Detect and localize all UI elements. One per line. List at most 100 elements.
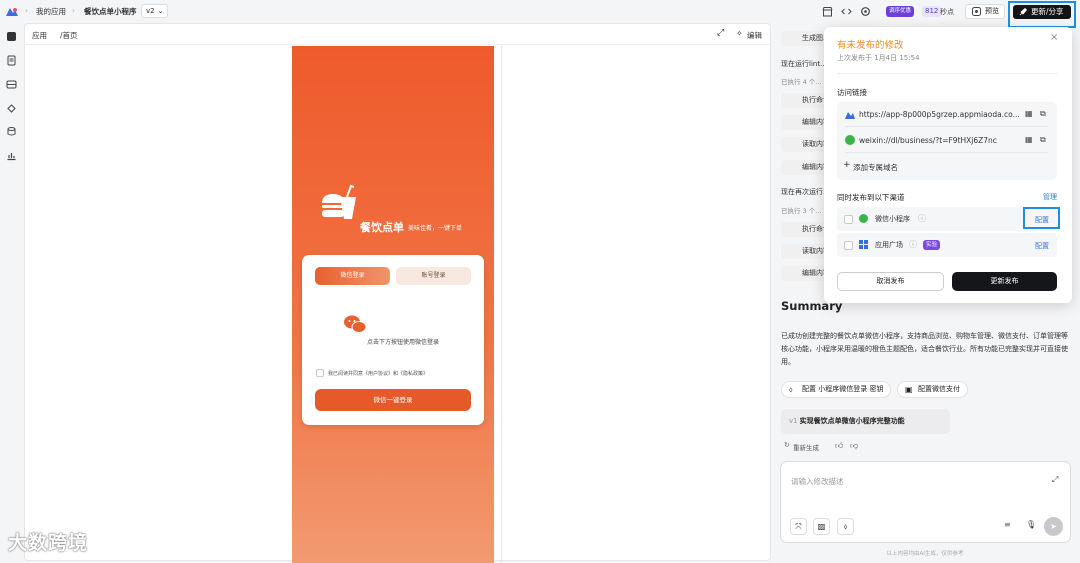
login-hint: 点击下方按钮使用微信登录: [367, 339, 440, 346]
ai-disclaimer: 以上内容均由AI生成，仅供参考: [886, 551, 964, 557]
qrcode-icon[interactable]: ▦: [1025, 109, 1033, 118]
summary-text: 已成功创建完整的餐饮点单微信小程序，支持商品浏览、购物车管理、微信支付、订单管理…: [781, 332, 1068, 366]
info-icon[interactable]: ⓘ: [918, 213, 926, 224]
rocket-icon: [1019, 8, 1027, 16]
running-label-1: 现在运行lint...: [781, 60, 827, 68]
qrcode-icon[interactable]: ▦: [1025, 135, 1033, 144]
config-wechat-pay-button[interactable]: ▣ 配置微信支付: [897, 381, 968, 398]
gear-icon[interactable]: [860, 6, 871, 17]
priority-badge: 调序优惠: [886, 6, 915, 17]
app-logo[interactable]: [6, 7, 18, 16]
puzzle-icon[interactable]: [6, 103, 17, 114]
expand-input-icon[interactable]: ⤢: [1052, 475, 1058, 485]
server-icon[interactable]: [6, 79, 17, 90]
tab-wechat-login[interactable]: 微信登录: [315, 267, 390, 285]
thumbs-down-icon[interactable]: 👎︎: [850, 441, 858, 451]
send-button[interactable]: ➤: [1044, 517, 1063, 536]
cancel-publish-button[interactable]: 取消发布: [837, 272, 944, 291]
chevron-right-icon: ›: [72, 6, 75, 15]
tool-button[interactable]: ⬨: [837, 518, 854, 535]
wechat-login-button[interactable]: 微信一键登录: [315, 389, 471, 411]
preview-label: 预览: [985, 7, 999, 15]
version-label: v2: [146, 7, 155, 15]
executed-label-1[interactable]: 已执行 4 个...: [781, 76, 821, 86]
plus-icon: +: [843, 160, 851, 170]
app-logo-icon: [845, 112, 855, 119]
food-logo-icon: [322, 184, 356, 219]
info-icon[interactable]: ⓘ: [909, 239, 917, 250]
version-tag: v1: [789, 417, 798, 425]
divider: [845, 152, 1048, 153]
configure-highlight-box: [1023, 207, 1060, 229]
points-value: 812: [922, 6, 942, 17]
tool-button[interactable]: ▨: [813, 518, 830, 535]
last-publish-time: 上次发布于 1月4日 15:54: [837, 54, 920, 62]
points-label: 秒点: [940, 8, 954, 16]
code-icon[interactable]: [841, 6, 852, 17]
microphone-icon[interactable]: 🎙︎: [1026, 520, 1036, 529]
wallet-icon: ▣: [905, 385, 913, 394]
tab-path[interactable]: /首页: [60, 30, 78, 41]
channel-checkbox[interactable]: [844, 215, 853, 224]
channel-label: 应用广场: [875, 241, 903, 249]
close-icon[interactable]: ×: [1050, 32, 1058, 43]
chevron-right-icon: ›: [25, 6, 28, 15]
tab-app[interactable]: 应用: [32, 30, 47, 41]
agree-text: 我已阅读并同意《用户协议》和《隐私政策》: [328, 371, 429, 377]
expand-icon[interactable]: ⤢: [717, 28, 724, 38]
edit-button[interactable]: 编辑: [747, 30, 762, 41]
pill-label: 配置微信支付: [918, 385, 960, 393]
tool-button[interactable]: ⤧: [790, 518, 807, 535]
running-label-2: 现在再次运行...: [781, 188, 830, 196]
version-select[interactable]: v2 ⌄: [141, 4, 169, 18]
config-login-key-button[interactable]: ⬨ 配置 小程序微信登录 密钥: [781, 381, 892, 398]
thumbs-up-icon[interactable]: 👍︎: [835, 441, 843, 451]
channel-row-app-square: [837, 233, 1057, 257]
copy-icon[interactable]: ⧉: [1040, 135, 1046, 145]
manage-link[interactable]: 管理: [1043, 192, 1057, 202]
copy-icon[interactable]: ⧉: [1040, 109, 1046, 119]
link-weixin[interactable]: weixin://dl/business/?t=F9tHXj6Z7nc: [859, 136, 997, 145]
wechat-icon: [344, 315, 367, 333]
format-icon[interactable]: ≡: [1004, 520, 1011, 529]
storage-icon[interactable]: [6, 126, 17, 137]
executed-label-2[interactable]: 已执行 3 个...: [781, 205, 821, 215]
breadcrumb-my-apps[interactable]: 我的应用: [36, 6, 66, 17]
sparkle-icon: ✧: [736, 29, 743, 38]
channels-label: 同时发布到以下渠道: [837, 193, 905, 202]
shop-icon[interactable]: [822, 6, 833, 17]
share-label: 更新/分享: [1031, 7, 1064, 16]
database-icon[interactable]: [6, 31, 17, 42]
prompt-input[interactable]: 请输入修改描述: [791, 476, 844, 487]
popover-title: 有未发布的修改: [837, 40, 904, 51]
refresh-icon: ↻: [784, 441, 790, 449]
chevron-down-icon: ⌄: [157, 7, 164, 15]
divider: [837, 73, 1057, 74]
preview-header: [24, 23, 771, 45]
breadcrumb-app-name[interactable]: 餐饮点单小程序: [84, 6, 137, 17]
add-domain-button[interactable]: 添加专属域名: [853, 162, 898, 173]
puzzle-icon: ⬨: [789, 385, 793, 394]
brand-title: 餐饮点单: [360, 221, 404, 234]
send-icon: ➤: [1050, 522, 1057, 531]
regenerate-button[interactable]: 重新生成: [793, 442, 819, 452]
version-card[interactable]: v1 实现餐饮点单微信小程序完整功能: [781, 409, 950, 434]
puzzle-icon: ⬨: [843, 522, 848, 531]
chart-icon[interactable]: [6, 150, 17, 161]
link-web[interactable]: https://app-8p000p5grzep.appmiaoda.co...: [859, 110, 1020, 119]
agree-checkbox[interactable]: [316, 369, 324, 377]
preview-button[interactable]: 预览: [965, 4, 1005, 19]
tab-account-login[interactable]: 账号登录: [396, 267, 471, 285]
version-title: 实现餐饮点单微信小程序完整功能: [799, 417, 905, 425]
wechat-logo-icon: [845, 135, 855, 145]
image-icon: ▨: [817, 522, 826, 531]
configure-link[interactable]: 配置: [1035, 241, 1049, 251]
divider: [845, 126, 1048, 127]
share-button[interactable]: 更新/分享: [1013, 5, 1071, 19]
update-publish-button[interactable]: 更新发布: [952, 272, 1057, 291]
experimental-badge: 实验: [923, 240, 941, 250]
document-icon[interactable]: [6, 55, 17, 66]
divider: [501, 46, 502, 563]
pill-label: 配置 小程序微信登录 密钥: [802, 385, 884, 393]
channel-checkbox[interactable]: [844, 241, 853, 250]
